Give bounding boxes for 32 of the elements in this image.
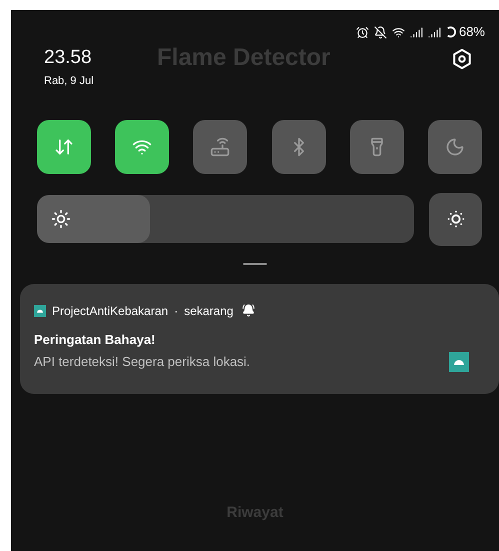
cell-signal-icon xyxy=(428,26,441,38)
alarm-icon xyxy=(356,26,369,38)
quick-tile[interactable] xyxy=(272,120,326,174)
app-icon xyxy=(34,304,46,316)
separator-dot: · xyxy=(174,302,178,320)
quick-tile[interactable] xyxy=(37,120,91,174)
app-large-icon xyxy=(449,352,469,372)
hotspot-icon xyxy=(210,136,230,156)
quick-tile[interactable] xyxy=(428,120,482,174)
moon-icon xyxy=(444,136,465,156)
date: Rab, 9 Jul xyxy=(44,74,94,89)
quick-tile[interactable] xyxy=(350,120,404,174)
clock-time: 23.58 xyxy=(44,46,93,70)
data-transfer-icon xyxy=(54,136,74,156)
mute-icon xyxy=(374,26,387,38)
cell-signal-icon xyxy=(410,26,423,38)
notification-card[interactable]: ProjectAntiKebakaran · sekarang Peringatan Bahaya! API terdeteksi! Segera periksa lokasi. xyxy=(20,284,499,394)
battery-percentage: 68% xyxy=(458,23,485,42)
app-name: ProjectAntiKebakaran xyxy=(52,302,168,320)
notification-title: Peringatan Bahaya! xyxy=(34,330,156,349)
brightness-slider[interactable] xyxy=(37,195,414,243)
settings-icon[interactable] xyxy=(451,48,473,70)
quick-tile[interactable] xyxy=(115,120,170,174)
notification-time: sekarang xyxy=(184,302,234,320)
quick-tile[interactable] xyxy=(193,120,248,174)
bell-icon xyxy=(242,304,256,317)
drag-handle[interactable] xyxy=(243,262,267,264)
auto-brightness-button[interactable] xyxy=(429,192,482,246)
brightness-icon xyxy=(51,209,71,229)
notification-body: API terdeteksi! Segera periksa lokasi. xyxy=(34,353,250,371)
wifi-signal-icon xyxy=(392,26,405,38)
battery-icon xyxy=(446,26,457,38)
